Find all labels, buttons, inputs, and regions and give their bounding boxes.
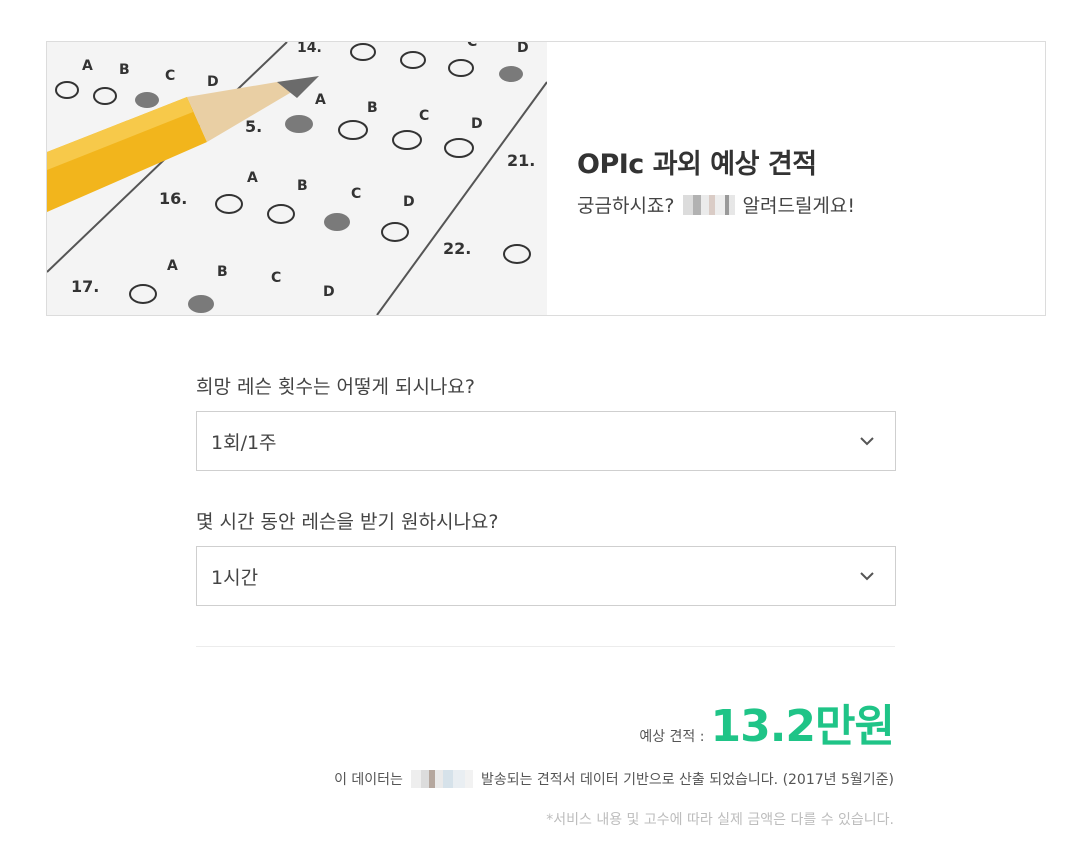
disclaimer: *서비스 내용 및 고수에 따라 실제 금액은 다를 수 있습니다. [546,812,894,828]
svg-text:A: A [315,92,326,108]
hero-text: OPIc 과외 예상 견적 궁금하시죠? 알려드릴게요! [577,142,855,218]
note-suffix: 발송되는 견적서 데이터 기반으로 산출 되었습니다. (2017년 5월기준) [480,772,894,788]
svg-text:14.: 14. [297,42,322,56]
svg-text:B: B [119,62,130,78]
data-source-note: 이 데이터는 발송되는 견적서 데이터 기반으로 산출 되었습니다. (2017… [334,769,894,789]
svg-text:D: D [323,284,335,300]
hero-subtitle: 궁금하시죠? 알려드릴게요! [577,191,855,218]
lesson-frequency-select[interactable]: 1회/1주 [196,411,896,471]
estimate-result: 예상 견적 : 13.2만원 [639,690,895,754]
svg-text:D: D [207,74,219,90]
svg-text:16.: 16. [159,189,187,208]
hero-subtitle-suffix: 알려드릴게요! [742,195,856,217]
divider [196,646,895,647]
svg-text:A: A [247,170,258,186]
svg-text:A: A [167,258,178,274]
svg-text:D: D [471,116,483,132]
svg-text:B: B [297,178,308,194]
blurred-brand-name [410,770,473,788]
hero-banner: ABCD ABCD ABCD ABCD 14. 5. 16. 21. 22. 17. … [46,41,1046,316]
svg-text:22.: 22. [443,239,471,258]
svg-text:D: D [403,194,415,210]
estimate-value: 13.2만원 [710,701,895,752]
svg-text:C: C [467,42,477,50]
svg-text:5.: 5. [245,117,262,136]
svg-text:D: D [517,42,529,56]
estimate-label: 예상 견적 : [639,729,705,745]
lesson-frequency-question: 희망 레슨 횟수는 어떻게 되시나요? [196,376,475,398]
svg-text:B: B [367,100,378,116]
chevron-down-icon [860,437,874,446]
lesson-duration-question: 몇 시간 동안 레슨을 받기 원하시나요? [196,511,499,533]
answer-sheet-illustration: ABCD ABCD ABCD A B CD 14.5. 16.21. 22.17. … [47,42,547,315]
svg-text:C: C [271,270,281,286]
blurred-brand-logo [682,194,735,215]
svg-text:C: C [165,68,175,84]
note-prefix: 이 데이터는 [334,772,403,788]
svg-text:C: C [351,186,361,202]
hero-title: OPIc 과외 예상 견적 [577,149,817,180]
svg-text:A: A [82,58,93,74]
svg-text:17.: 17. [71,277,99,296]
hero-subtitle-prefix: 궁금하시죠? [577,195,675,217]
svg-text:21.: 21. [507,151,535,170]
lesson-duration-value: 1시간 [211,566,259,589]
lesson-frequency-value: 1회/1주 [211,431,277,454]
svg-text:B: B [217,264,228,280]
svg-text:C: C [419,108,429,124]
answer-sheet-pencil-image: ABCD ABCD ABCD ABCD 14. 5. 16. 21. 22. 17. … [47,42,547,315]
lesson-duration-select[interactable]: 1시간 [196,546,896,606]
chevron-down-icon [860,572,874,581]
